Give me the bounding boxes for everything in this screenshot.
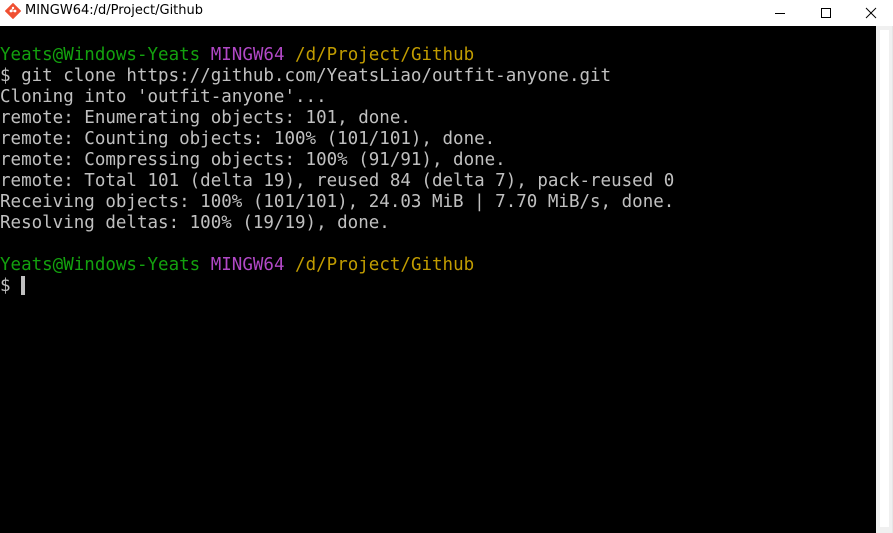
input-prompt: $ [0,276,22,296]
maximize-icon [821,8,831,18]
terminal-window: MINGW64:/d/Project/Github Yeats@Windows-… [0,0,893,533]
command-line: $ git clone https://github.com/YeatsLiao… [0,66,612,86]
output-line: Resolving deltas: 100% (19/19), done. [0,213,390,233]
maximize-button[interactable] [803,0,849,26]
minimize-icon [775,13,785,14]
prompt-user: Yeats@Windows-Yeats [0,255,201,275]
output-line: Cloning into 'outfit-anyone'... [0,87,327,107]
window-title: MINGW64:/d/Project/Github [25,3,204,18]
title-bar[interactable]: MINGW64:/d/Project/Github [0,0,893,26]
input-line[interactable]: $ [0,276,26,297]
minimize-button[interactable] [757,0,803,26]
prompt-shell: MINGW64 [210,45,285,65]
close-icon [865,7,877,19]
prompt-path: /d/Project/Github [295,45,475,65]
output-line: remote: Counting objects: 100% (101/101)… [0,129,496,149]
prompt-line: Yeats@Windows-Yeats MINGW64 /d/Project/G… [0,255,474,276]
git-bash-icon [5,3,21,19]
output-line: remote: Total 101 (delta 19), reused 84 … [0,171,675,191]
terminal-area[interactable]: Yeats@Windows-Yeats MINGW64 /d/Project/G… [0,26,876,533]
output-line: Receiving objects: 100% (101/101), 24.03… [0,192,675,212]
prompt-shell: MINGW64 [210,255,285,275]
output-line: remote: Compressing objects: 100% (91/91… [0,150,506,170]
close-button[interactable] [848,0,893,26]
prompt-path: /d/Project/Github [295,255,475,275]
text-cursor [21,276,26,295]
prompt-user: Yeats@Windows-Yeats [0,45,201,65]
prompt-line: Yeats@Windows-Yeats MINGW64 /d/Project/G… [0,45,474,66]
output-line: remote: Enumerating objects: 101, done. [0,108,411,128]
scrollbar-thumb[interactable] [880,30,889,527]
